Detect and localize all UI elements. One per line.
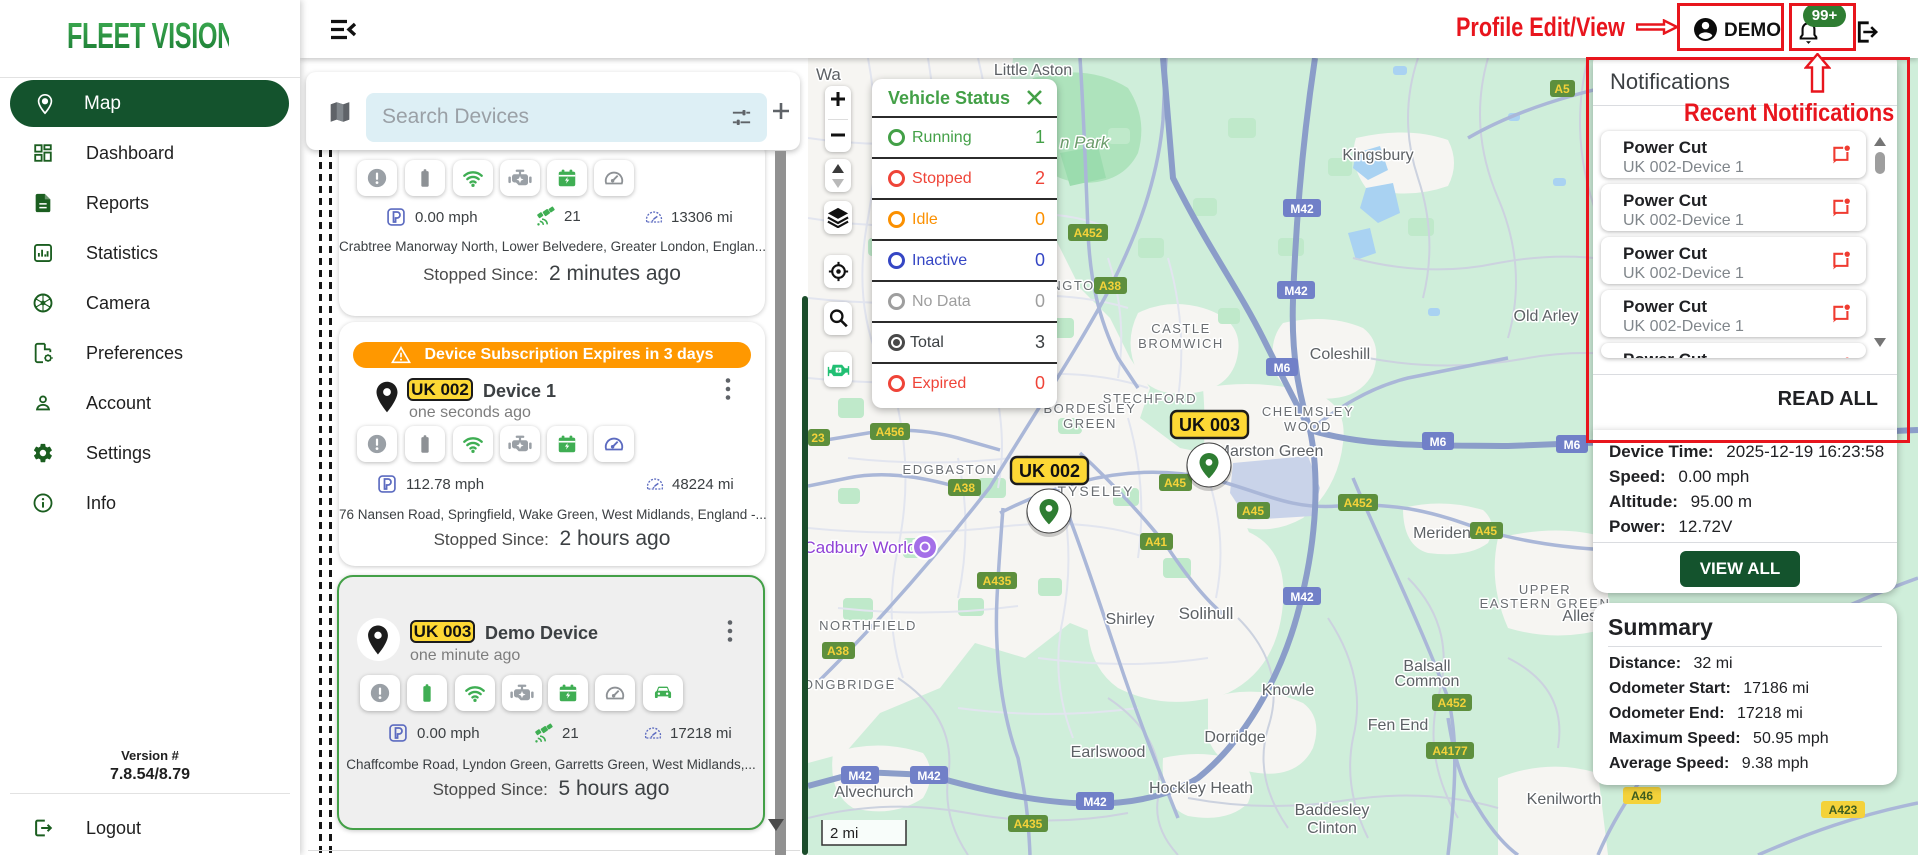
svg-text:M42: M42 <box>1290 590 1314 604</box>
svg-text:UPPER: UPPER <box>1519 582 1571 597</box>
svg-text:M6: M6 <box>1564 438 1581 452</box>
svg-text:A46: A46 <box>1631 789 1653 803</box>
svg-text:A4177: A4177 <box>1432 744 1468 758</box>
svg-text:Hockley Heath: Hockley Heath <box>1149 780 1253 797</box>
svg-text:n Park: n Park <box>1060 133 1111 152</box>
svg-text:A456: A456 <box>876 425 905 439</box>
svg-text:Meriden: Meriden <box>1413 525 1471 542</box>
svg-text:Kenilworth: Kenilworth <box>1527 791 1602 808</box>
svg-text:Clinton: Clinton <box>1307 820 1357 837</box>
svg-text:A38: A38 <box>1099 279 1121 293</box>
svg-text:Cadbury World: Cadbury World <box>808 538 917 557</box>
svg-text:EASTERN GREEN: EASTERN GREEN <box>1480 596 1611 611</box>
svg-text:A45: A45 <box>1164 476 1186 490</box>
svg-text:BROMWICH: BROMWICH <box>1138 336 1224 351</box>
svg-text:A435: A435 <box>983 574 1012 588</box>
svg-text:2 mi: 2 mi <box>830 825 858 842</box>
svg-text:A41: A41 <box>1145 535 1167 549</box>
svg-text:GREEN: GREEN <box>1063 416 1117 431</box>
svg-text:A45: A45 <box>1475 524 1497 538</box>
svg-text:Little Aston: Little Aston <box>994 62 1072 79</box>
svg-text:Wa: Wa <box>816 65 841 84</box>
svg-text:A423: A423 <box>1829 803 1858 817</box>
svg-text:Knowle: Knowle <box>1262 682 1315 699</box>
svg-text:M6: M6 <box>1430 435 1447 449</box>
svg-text:M42: M42 <box>1284 284 1308 298</box>
svg-text:Alvechurch: Alvechurch <box>834 784 913 801</box>
svg-text:M42: M42 <box>848 769 872 783</box>
svg-text:Coleshill: Coleshill <box>1310 346 1370 363</box>
svg-text:Solihull: Solihull <box>1179 604 1234 623</box>
svg-text:A452: A452 <box>1344 496 1373 510</box>
svg-text:M42: M42 <box>1083 795 1107 809</box>
svg-text:WOOD: WOOD <box>1284 419 1332 434</box>
svg-text:LONGBRIDGE: LONGBRIDGE <box>808 677 896 692</box>
svg-text:A38: A38 <box>827 644 849 658</box>
svg-text:Baddesley: Baddesley <box>1295 802 1370 819</box>
svg-text:EDGBASTON: EDGBASTON <box>903 462 998 477</box>
svg-text:NORTHFIELD: NORTHFIELD <box>819 618 917 633</box>
svg-text:A38: A38 <box>953 481 975 495</box>
svg-text:Dorridge: Dorridge <box>1204 729 1265 746</box>
svg-text:M42: M42 <box>917 769 941 783</box>
svg-text:A45: A45 <box>1242 504 1264 518</box>
svg-text:Marston Green: Marston Green <box>1217 443 1324 460</box>
svg-text:TYSELEY: TYSELEY <box>1057 483 1134 499</box>
svg-text:Kingsbury: Kingsbury <box>1342 147 1413 164</box>
svg-text:23: 23 <box>811 431 825 445</box>
svg-text:Fen End: Fen End <box>1368 717 1428 734</box>
svg-text:UK 002: UK 002 <box>1019 461 1080 481</box>
svg-text:BORDESLEY: BORDESLEY <box>1044 401 1137 416</box>
svg-text:Shirley: Shirley <box>1106 611 1155 628</box>
svg-text:FLEET VISION: FLEET VISION <box>67 18 229 54</box>
svg-text:UK 003: UK 003 <box>1179 415 1240 435</box>
svg-text:Earlswood: Earlswood <box>1071 744 1146 761</box>
svg-text:A452: A452 <box>1074 226 1103 240</box>
svg-text:Common: Common <box>1395 673 1460 690</box>
svg-text:A5: A5 <box>1554 82 1570 96</box>
svg-text:Old Arley: Old Arley <box>1514 308 1579 325</box>
svg-text:A435: A435 <box>1014 817 1043 831</box>
svg-text:A452: A452 <box>1438 696 1467 710</box>
svg-text:CHELMSLEY: CHELMSLEY <box>1262 404 1354 419</box>
svg-text:M42: M42 <box>1290 202 1314 216</box>
svg-text:M6: M6 <box>1274 361 1291 375</box>
svg-text:CASTLE: CASTLE <box>1151 321 1211 336</box>
